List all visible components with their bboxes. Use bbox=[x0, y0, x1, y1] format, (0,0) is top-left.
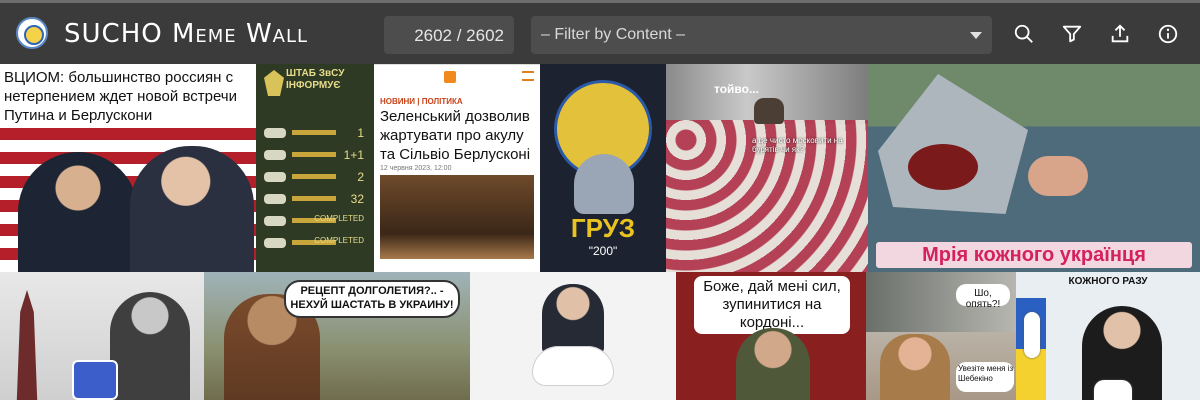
meme-tile[interactable] bbox=[470, 272, 676, 400]
meme-tile[interactable]: РЕЦЕПТ ДОЛГОЛЕТИЯ?.. - НЕХУЙ ШАСТАТЬ В У… bbox=[204, 272, 470, 400]
filter-placeholder: – Filter by Content – bbox=[541, 26, 686, 43]
list-item: 1+1 bbox=[264, 148, 364, 162]
toilet-figure bbox=[532, 346, 614, 386]
news-tag: НОВИНИ | ПОЛІТИКА bbox=[380, 97, 463, 106]
meme-caption: РЕЦЕПТ ДОЛГОЛЕТИЯ?.. - НЕХУЙ ШАСТАТЬ В У… bbox=[290, 285, 454, 311]
meme-caption: Увезіте меня із Шебекіно bbox=[958, 364, 1014, 383]
meme-grid: ВЦИОМ: большинство россиян с нетерпением… bbox=[0, 64, 1200, 400]
top-bar: SUCHO Meme Wall 2602 / 2602 – Filter by … bbox=[0, 0, 1200, 64]
filter-icon[interactable] bbox=[1061, 23, 1083, 45]
person-figure bbox=[110, 292, 190, 400]
meme-tile[interactable]: ВЦИОМ: большинство россиян с нетерпением… bbox=[0, 64, 256, 272]
app-title: SUCHO Meme Wall bbox=[64, 19, 309, 49]
list-item: COMPLETED bbox=[264, 236, 364, 250]
list-item: 32 bbox=[264, 192, 364, 206]
meme-caption: Зеленський дозволив жартувати про акулу … bbox=[380, 108, 531, 163]
list-item: COMPLETED bbox=[264, 214, 364, 228]
person-figure bbox=[736, 328, 810, 400]
emblem-icon bbox=[264, 70, 284, 96]
meme-caption: Боже, дай мені сил, зупинитися на кордон… bbox=[703, 278, 841, 331]
meme-tile[interactable]: НОВИНИ | ПОЛІТИКА Зеленський дозволив жа… bbox=[374, 64, 540, 273]
meme-tile[interactable]: Боже, дай мені сил, зупинитися на кордон… bbox=[676, 272, 866, 400]
meme-caption: Шо, опять?! bbox=[965, 288, 1001, 310]
meme-caption: ШТАБ ЗвСУ ІНФОРМУЄ bbox=[286, 68, 345, 91]
meme-tile[interactable]: Шо, опять?! Увезіте меня із Шебекіно bbox=[866, 272, 1016, 400]
meme-note: а це чисто московити на бурятів чи як? bbox=[752, 136, 843, 154]
meme-caption: КОЖНОГО РАЗУ bbox=[1068, 276, 1148, 287]
list-item: 2 bbox=[264, 170, 364, 184]
volume-slider[interactable] bbox=[1024, 312, 1040, 358]
sucho-logo-icon[interactable] bbox=[16, 17, 48, 49]
meme-caption: ГРУЗ bbox=[570, 213, 636, 243]
meme-tile[interactable]: тойво... а це чисто московити на бурятів… bbox=[666, 64, 868, 272]
shark-figure bbox=[574, 154, 634, 214]
cat-figure bbox=[754, 98, 784, 124]
radio-logo-icon bbox=[444, 71, 456, 83]
meme-tile[interactable]: ГРУЗ "200" bbox=[540, 64, 666, 272]
news-date: 12 червня 2023, 12:00 bbox=[380, 165, 452, 172]
chevron-down-icon bbox=[970, 32, 982, 39]
info-icon[interactable] bbox=[1157, 23, 1179, 45]
search-icon[interactable] bbox=[1013, 23, 1035, 45]
swimmer-figure bbox=[1028, 156, 1088, 196]
meme-caption: ВЦИОМ: большинство россиян с нетерпением… bbox=[4, 69, 237, 124]
shark-mouth bbox=[908, 144, 978, 190]
meme-subcaption: "200" bbox=[588, 244, 618, 258]
person-figure bbox=[880, 334, 950, 400]
volume-icon[interactable] bbox=[1094, 380, 1132, 400]
share-icon[interactable] bbox=[1109, 23, 1131, 45]
menu-icon bbox=[522, 71, 534, 81]
news-photo bbox=[380, 175, 534, 259]
person-figure bbox=[130, 146, 254, 272]
meme-tile[interactable]: Мрія кожного українця bbox=[868, 64, 1200, 272]
meme-counter: 2602 / 2602 bbox=[384, 16, 514, 54]
meme-caption: Мрія кожного українця bbox=[922, 244, 1146, 266]
list-item: 1 bbox=[264, 126, 364, 140]
person-figure bbox=[18, 152, 138, 272]
person-figure bbox=[542, 284, 604, 354]
thumbs-up-icon bbox=[72, 360, 118, 400]
filter-by-content-select[interactable]: – Filter by Content – bbox=[531, 16, 992, 54]
meme-caption: тойво... bbox=[714, 82, 759, 96]
tower-figure bbox=[16, 290, 38, 400]
meme-tile[interactable]: ШТАБ ЗвСУ ІНФОРМУЄ 1 1+1 2 32 COMPLETED … bbox=[256, 64, 374, 272]
meme-tile[interactable] bbox=[0, 272, 204, 400]
meme-tile[interactable]: КОЖНОГО РАЗУ bbox=[1016, 272, 1200, 400]
